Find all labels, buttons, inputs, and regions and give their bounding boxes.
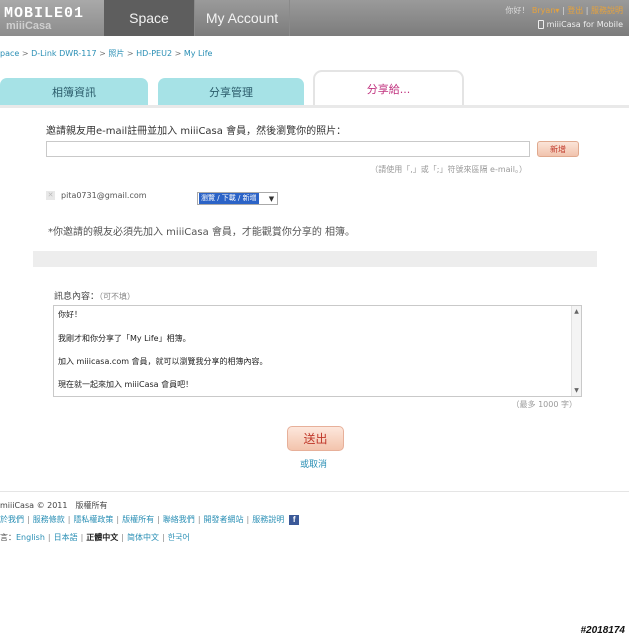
permission-select[interactable]: 瀏覽 / 下載 / 新增 ▼ [197, 192, 278, 205]
email-hint: （請使用「,」或「;」符號來區隔 e-mail。） [370, 165, 527, 174]
footer-links: 於我們 | 服務條款 | 隱私權政策 | 版權所有 | 聯絡我們 | 開發者網站 | 服務說… [0, 514, 300, 525]
tab-album-info[interactable]: 相簿資訊 [0, 78, 148, 106]
cancel-link[interactable]: 或取消 [300, 457, 327, 470]
footer-link-help[interactable]: 服務說明 [252, 514, 284, 525]
message-line: 你好！ [58, 310, 82, 319]
scroll-up-icon[interactable]: ▲ [572, 307, 581, 316]
footer-link-developers[interactable]: 開發者網站 [204, 514, 244, 525]
nav-space[interactable]: Space [104, 0, 194, 36]
logo-brand: miiiCasa [6, 20, 52, 32]
greeting: 你好！ [505, 6, 530, 15]
footer-link-about[interactable]: 於我們 [0, 514, 24, 525]
divider: | [47, 533, 51, 542]
membership-notice: *你邀請的親友必須先加入 miiiCasa 會員，才能觀賞你分享的 相簿。 [48, 227, 356, 238]
mobile-link[interactable]: miiiCasa for Mobile [537, 20, 623, 29]
submit-button[interactable]: 送出 [287, 426, 344, 451]
breadcrumb-separator: > [174, 49, 182, 58]
divider: | [121, 533, 124, 542]
breadcrumb-separator: > [126, 49, 134, 58]
message-label: 訊息內容：（可不填） [54, 289, 135, 302]
scrollbar[interactable]: ▲ ▼ [571, 306, 581, 396]
mobile-link-label: miiiCasa for Mobile [546, 20, 623, 29]
breadcrumb-item[interactable]: 照片 [108, 49, 124, 58]
divider: | [561, 6, 565, 15]
message-line: 現在就一起來加入 miiiCasa 會員吧！ [58, 380, 194, 389]
help-link[interactable]: 服務說明 [591, 6, 623, 15]
tab-share-to[interactable]: 分享給... [313, 70, 464, 106]
language-english[interactable]: English [16, 533, 45, 542]
copyright: miiiCasa © 2011 版權所有 [0, 501, 108, 510]
invitee-row: ✕ pita0731@gmail.com [46, 191, 147, 200]
tab-strip: 相簿資訊 分享管理 分享給... [0, 68, 629, 106]
footer-divider [0, 491, 629, 492]
footer-link-privacy[interactable]: 隱私權政策 [73, 514, 113, 525]
divider: | [162, 533, 165, 542]
language-traditional-chinese[interactable]: 正體中文 [86, 532, 118, 543]
language-selector: 言： English | 日本語 | 正體中文 | 简体中文 | 한국어 [0, 532, 190, 543]
user-name: Bryan [531, 6, 556, 15]
breadcrumb-item[interactable]: D-Link DWR-117 [31, 49, 96, 58]
watermark: #2018174 [580, 625, 626, 636]
remove-icon[interactable]: ✕ [46, 191, 55, 200]
section-divider [33, 251, 597, 267]
language-simplified-chinese[interactable]: 简体中文 [127, 532, 159, 543]
permission-value: 瀏覽 / 下載 / 新增 [199, 193, 259, 204]
tab-divider [0, 105, 629, 108]
add-button[interactable]: 新增 [537, 141, 579, 157]
divider: | [67, 515, 71, 524]
breadcrumb-item[interactable]: HD-PEU2 [136, 49, 172, 58]
chevron-down-icon: ▼ [268, 194, 275, 203]
nav-my-account[interactable]: My Account [194, 0, 290, 36]
message-textarea[interactable]: 你好！ 我剛才和你分享了「My Life」相簿。 加入 miiicasa.com… [53, 305, 582, 397]
divider: | [116, 515, 120, 524]
invite-title: 邀請親友用e-mail註冊並加入 miiiCasa 會員，然後瀏覽你的照片： [46, 126, 347, 137]
divider: | [80, 533, 84, 542]
message-line: 加入 miiicasa.com 會員，就可以瀏覽我分享的相簿內容。 [58, 357, 268, 366]
footer-link-terms[interactable]: 服務條款 [33, 514, 65, 525]
user-dropdown[interactable]: Bryan▾ [532, 6, 560, 15]
breadcrumb: pace > D-Link DWR-117 > 照片 > HD-PEU2 > M… [0, 48, 212, 59]
breadcrumb-separator: > [99, 49, 106, 58]
tab-share-management[interactable]: 分享管理 [158, 78, 304, 106]
message-label-text: 訊息內容： [54, 292, 100, 302]
divider: | [27, 515, 30, 524]
breadcrumb-item[interactable]: pace [0, 49, 19, 58]
divider: | [246, 515, 250, 524]
facebook-icon[interactable]: f [289, 514, 300, 525]
scroll-down-icon[interactable]: ▼ [572, 386, 581, 395]
phone-icon [537, 20, 544, 29]
logout-link[interactable]: 登出 [567, 6, 583, 15]
user-menu: 你好！ Bryan▾ | 登出 | 服務說明 [505, 5, 623, 16]
chevron-down-icon: ▾ [555, 6, 560, 15]
language-korean[interactable]: 한국어 [168, 532, 190, 543]
message-line: 我剛才和你分享了「My Life」相簿。 [58, 334, 191, 343]
footer-link-copyright[interactable]: 版權所有 [122, 514, 154, 525]
logo[interactable]: MOBILE01 miiiCasa [0, 0, 104, 36]
language-japanese[interactable]: 日本語 [54, 532, 78, 543]
footer-link-contact[interactable]: 聯絡我們 [163, 514, 195, 525]
breadcrumb-item[interactable]: My Life [184, 49, 213, 58]
optional-note: （可不填） [99, 292, 136, 301]
divider: | [585, 6, 589, 15]
invitee-email: pita0731@gmail.com [61, 191, 147, 200]
divider: | [197, 515, 201, 524]
email-input[interactable] [46, 141, 530, 157]
divider: | [157, 515, 160, 524]
language-label: 言： [0, 533, 16, 542]
top-bar: MOBILE01 miiiCasa Space My Account 你好！ B… [0, 0, 629, 36]
message-content: 你好！ 我剛才和你分享了「My Life」相簿。 加入 miiicasa.com… [58, 309, 268, 402]
breadcrumb-separator: > [21, 49, 29, 58]
character-limit: （最多 1000 字） [511, 400, 577, 409]
